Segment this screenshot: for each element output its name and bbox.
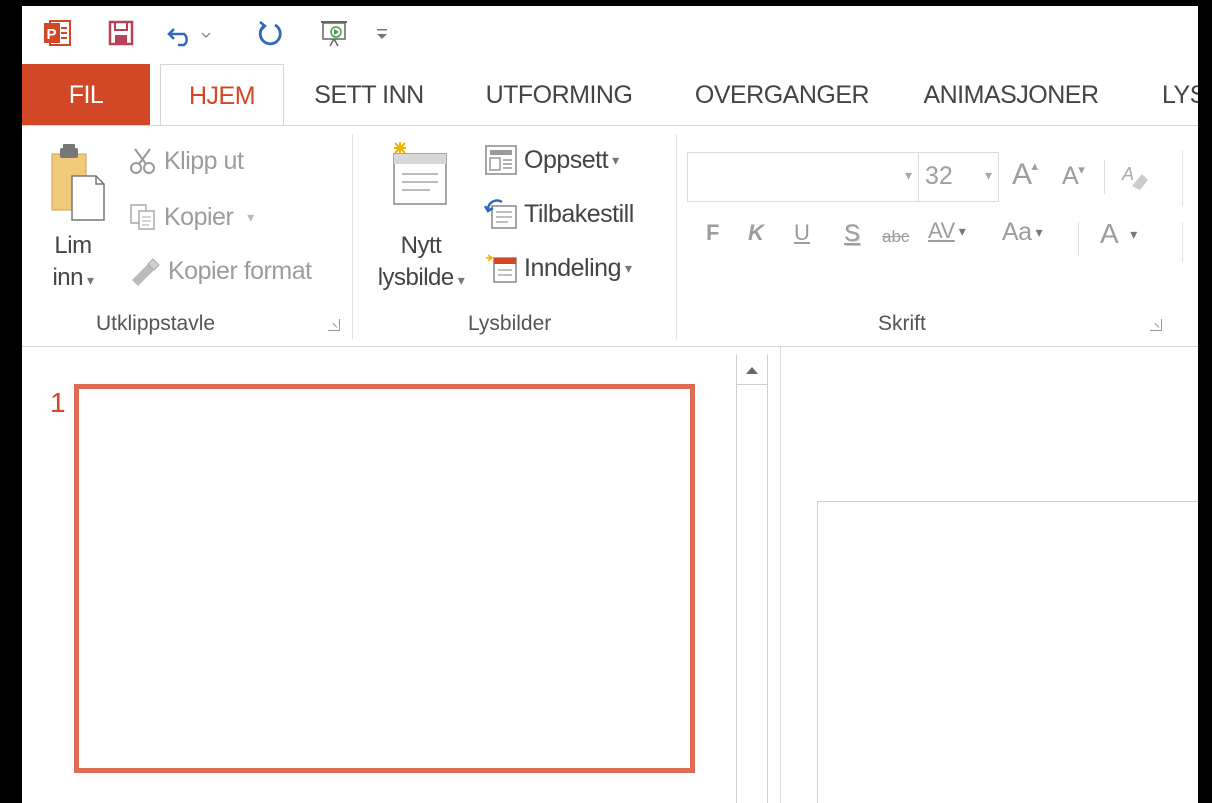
character-spacing-button[interactable]: AV ▾ xyxy=(928,218,966,244)
format-painter-label: Kopier format xyxy=(168,256,312,285)
layout-icon xyxy=(484,144,518,176)
grow-font-icon: ▴ xyxy=(1031,158,1039,173)
shrink-font-label: A xyxy=(1062,162,1079,190)
font-size-dropdown-icon[interactable]: ▾ xyxy=(985,167,992,184)
paste-dropdown-icon: ▾ xyxy=(87,272,94,288)
slides-group-label: Lysbilder xyxy=(468,312,552,335)
paste-label-line2: inn xyxy=(52,264,83,291)
font-name-combobox[interactable]: ▾ xyxy=(687,152,919,202)
divider xyxy=(1078,222,1079,256)
app-window: P FIL HJEM SETT INN UTFORMING OVERGANGER… xyxy=(22,6,1198,803)
font-size-value: 32 xyxy=(925,162,953,190)
grow-font-button[interactable]: A ▴ xyxy=(1012,158,1038,192)
italic-button[interactable]: K xyxy=(748,220,764,246)
group-separator xyxy=(1182,222,1183,262)
grow-font-label: A xyxy=(1012,158,1032,191)
change-case-label: Aa xyxy=(1002,218,1032,246)
new-slide-button[interactable]: Nytt lysbilde ▾ xyxy=(366,230,476,296)
ribbon-tabs: FIL HJEM SETT INN UTFORMING OVERGANGER A… xyxy=(22,64,1198,127)
format-painter-button[interactable]: Kopier format xyxy=(128,256,312,286)
tab-file[interactable]: FIL xyxy=(22,64,150,126)
scroll-up-icon[interactable] xyxy=(737,355,767,385)
layout-button[interactable]: Oppsett ▾ xyxy=(484,144,619,176)
font-color-dropdown-icon: ▾ xyxy=(1130,225,1137,242)
shadow-button[interactable]: S xyxy=(844,220,860,248)
redo-icon[interactable] xyxy=(252,18,288,48)
pane-splitter[interactable] xyxy=(780,347,781,803)
copy-label: Kopier xyxy=(164,202,234,231)
tab-transitions[interactable]: OVERGANGER xyxy=(692,64,872,126)
group-separator xyxy=(352,134,353,339)
cut-button[interactable]: Klipp ut xyxy=(128,146,244,176)
svg-text:P: P xyxy=(47,26,57,43)
section-dropdown-icon: ▾ xyxy=(624,259,632,276)
cut-label: Klipp ut xyxy=(164,146,244,175)
font-group-label: Skrift xyxy=(878,312,926,335)
section-icon xyxy=(484,252,518,284)
reset-button[interactable]: Tilbakestill xyxy=(484,198,634,230)
font-color-label: A xyxy=(1100,218,1119,249)
font-color-button[interactable]: A ▾ xyxy=(1100,218,1137,250)
scissors-icon xyxy=(128,146,158,176)
section-label: Inndeling xyxy=(524,253,621,282)
font-name-dropdown-icon[interactable]: ▾ xyxy=(905,167,912,184)
undo-icon[interactable] xyxy=(164,18,214,48)
clipboard-group-label: Utklippstavle xyxy=(96,312,216,335)
quick-access-toolbar: P xyxy=(22,6,1198,64)
copy-button[interactable]: Kopier ▾ xyxy=(128,202,254,232)
strikethrough-button[interactable]: abc xyxy=(882,227,909,247)
powerpoint-logo-icon: P xyxy=(40,18,74,48)
reset-label: Tilbakestill xyxy=(524,199,634,228)
layout-label: Oppsett xyxy=(524,145,609,174)
slide-thumbnail-selected[interactable] xyxy=(74,384,695,773)
new-slide-label-line2: lysbilde xyxy=(377,264,455,291)
save-icon[interactable] xyxy=(104,18,138,48)
shrink-font-icon: ▾ xyxy=(1078,162,1085,177)
tab-insert[interactable]: SETT INN xyxy=(304,64,434,126)
divider xyxy=(1104,160,1105,194)
ribbon: Lim inn ▾ Klipp ut Kopier ▾ Kopier forma… xyxy=(22,125,1198,347)
paste-icon xyxy=(48,142,108,227)
clear-formatting-icon[interactable]: A xyxy=(1120,160,1154,199)
clipboard-launcher-icon[interactable] xyxy=(328,319,340,331)
underline-button[interactable]: U xyxy=(794,220,810,246)
svg-text:A: A xyxy=(1121,164,1134,184)
paste-button[interactable]: Lim inn ▾ xyxy=(48,230,98,296)
change-case-button[interactable]: Aa ▾ xyxy=(1002,218,1043,247)
thumbnail-scrollbar[interactable] xyxy=(736,355,768,803)
character-spacing-label: AV xyxy=(928,218,955,243)
section-button[interactable]: Inndeling ▾ xyxy=(484,252,632,284)
change-case-dropdown-icon: ▾ xyxy=(1035,224,1043,240)
start-slideshow-icon[interactable] xyxy=(314,18,354,48)
bold-button[interactable]: F xyxy=(706,220,719,246)
copy-icon xyxy=(128,202,158,232)
layout-dropdown-icon: ▾ xyxy=(612,151,619,168)
font-launcher-icon[interactable] xyxy=(1150,319,1162,331)
workspace: 1 xyxy=(22,347,1198,803)
new-slide-dropdown-icon: ▾ xyxy=(457,272,465,288)
slide-canvas[interactable] xyxy=(817,501,1198,803)
paste-label-line1: Lim xyxy=(54,232,92,259)
format-painter-icon xyxy=(128,256,162,286)
group-separator xyxy=(676,134,677,339)
new-slide-label-line1: Nytt xyxy=(400,232,442,259)
copy-dropdown-icon: ▾ xyxy=(247,208,254,225)
tab-slideshow[interactable]: LYS xyxy=(1162,64,1198,126)
font-size-combobox[interactable]: 32 ▾ xyxy=(919,152,999,202)
tab-design[interactable]: UTFORMING xyxy=(474,64,644,126)
group-separator xyxy=(1182,150,1183,206)
slide-number: 1 xyxy=(50,387,66,418)
shrink-font-button[interactable]: A ▾ xyxy=(1062,162,1085,191)
customize-qat-icon[interactable] xyxy=(372,18,392,48)
character-spacing-dropdown-icon: ▾ xyxy=(958,222,966,239)
reset-icon xyxy=(484,198,518,230)
tab-home[interactable]: HJEM xyxy=(160,64,284,127)
new-slide-icon xyxy=(388,142,450,213)
tab-animations[interactable]: ANIMASJONER xyxy=(918,64,1104,126)
